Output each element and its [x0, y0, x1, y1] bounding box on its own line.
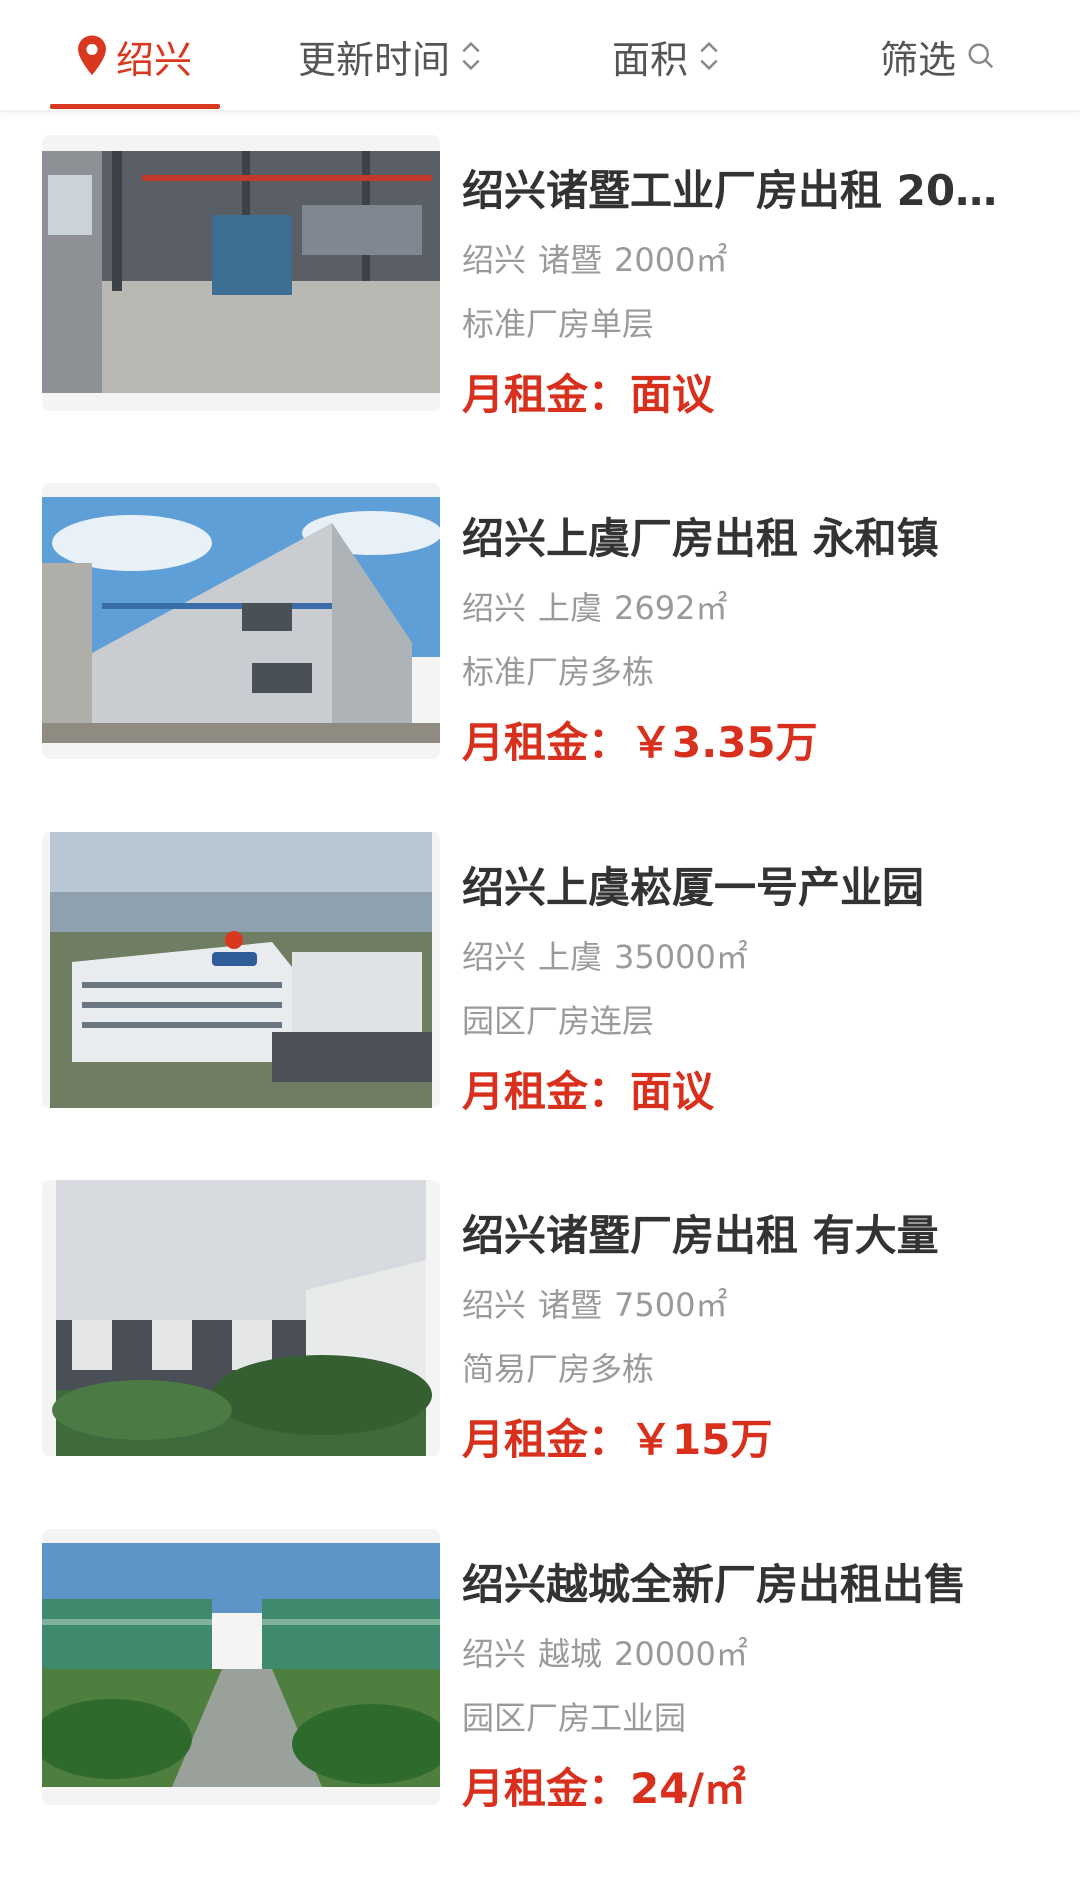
- filter-bar: 绍兴 更新时间 面积 筛选: [0, 0, 1080, 112]
- listing-location-area: 绍兴 上虞 35000㎡: [462, 932, 748, 978]
- price-label: 月租金：: [462, 718, 631, 767]
- location-tab[interactable]: 绍兴: [74, 26, 192, 86]
- listing-price: 月租金：面议: [462, 1058, 714, 1119]
- listing-district: 上虞: [538, 589, 603, 627]
- listing-price: 月租金：24/㎡: [462, 1755, 746, 1816]
- filter-tab[interactable]: 筛选: [880, 26, 996, 86]
- sort-time-label: 更新时间: [298, 37, 451, 82]
- listing-title: 绍兴诸暨工业厂房出租 2000平方米: [462, 166, 1022, 215]
- listing-area: 2692㎡: [614, 589, 728, 627]
- listing-card[interactable]: 绍兴上虞崧厦一号产业园 绍兴 上虞 35000㎡ 园区厂房连层 月租金：面议: [0, 832, 1080, 1132]
- listing-floor: 多栋: [590, 653, 655, 691]
- listing-card[interactable]: 绍兴越城全新厂房出租出售 绍兴 越城 20000㎡ 园区厂房工业园 月租金：24/㎡: [0, 1529, 1080, 1829]
- location-pin-icon: [78, 35, 106, 76]
- listing-photo[interactable]: [42, 135, 440, 411]
- listing-type: 园区厂房: [462, 1002, 591, 1040]
- listing-area: 35000㎡: [614, 938, 748, 976]
- listing-type: 简易厂房: [462, 1350, 591, 1388]
- price-value: ￥3.35万: [630, 718, 818, 767]
- listing-city: 绍兴: [462, 1286, 527, 1324]
- listing-photo[interactable]: [42, 1529, 440, 1805]
- listing-title: 绍兴越城全新厂房出租出售: [462, 1560, 967, 1609]
- price-value: 24/㎡: [630, 1764, 746, 1813]
- listing-tags: 标准厂房单层: [462, 299, 654, 345]
- filter-label: 筛选: [880, 37, 957, 82]
- listing-city: 绍兴: [462, 1635, 527, 1673]
- listing-area: 2000㎡: [614, 241, 728, 279]
- listing-title: 绍兴上虞厂房出租 永和镇: [462, 514, 939, 563]
- sort-updown-icon: [700, 41, 718, 71]
- listing-city: 绍兴: [462, 241, 527, 279]
- listing-location-area: 绍兴 越城 20000㎡: [462, 1629, 748, 1675]
- listing-tags: 标准厂房多栋: [462, 647, 654, 693]
- sort-area-label: 面积: [612, 37, 689, 82]
- listing-photo[interactable]: [42, 832, 440, 1108]
- listing-location-area: 绍兴 诸暨 7500㎡: [462, 1280, 727, 1326]
- price-value: ￥15万: [630, 1415, 773, 1464]
- price-label: 月租金：: [462, 1415, 631, 1464]
- listing-floor: 工业园: [590, 1699, 687, 1737]
- sort-by-time-tab[interactable]: 更新时间: [298, 26, 482, 86]
- listing-floor: 单层: [590, 305, 655, 343]
- listing-title: 绍兴诸暨厂房出租 有大量: [462, 1211, 939, 1260]
- listing-price: 月租金：面议: [462, 361, 714, 422]
- listing-photo[interactable]: [42, 483, 440, 759]
- listing-floor: 连层: [590, 1002, 655, 1040]
- listing-price: 月租金：￥15万: [462, 1406, 772, 1467]
- listing-district: 诸暨: [538, 1286, 603, 1324]
- price-label: 月租金：: [462, 1764, 631, 1813]
- listing-photo[interactable]: [42, 1180, 440, 1456]
- location-label: 绍兴: [116, 37, 193, 82]
- listing-district: 诸暨: [538, 241, 603, 279]
- listing-location-area: 绍兴 上虞 2692㎡: [462, 583, 727, 629]
- sort-by-area-tab[interactable]: 面积: [612, 26, 720, 86]
- listing-area: 20000㎡: [614, 1635, 748, 1673]
- listing-city: 绍兴: [462, 589, 527, 627]
- listing-district: 越城: [538, 1635, 603, 1673]
- listing-card[interactable]: 绍兴诸暨工业厂房出租 2000平方米 绍兴诸暨 2000㎡ 标准厂房单层 月租金：…: [0, 135, 1080, 435]
- listing-tags: 园区厂房连层: [462, 996, 654, 1042]
- listing-title: 绍兴上虞崧厦一号产业园: [462, 863, 925, 912]
- listing-area: 7500㎡: [614, 1286, 728, 1324]
- listing-card[interactable]: 绍兴诸暨厂房出租 有大量 绍兴 诸暨 7500㎡ 简易厂房多栋 月租金：￥15万: [0, 1180, 1080, 1480]
- price-value: 面议: [630, 1067, 715, 1116]
- listing-price: 月租金：￥3.35万: [462, 709, 818, 770]
- listing-location-area: 绍兴 诸暨 2000㎡: [462, 235, 727, 281]
- active-tab-indicator: [50, 104, 220, 109]
- listing-floor: 多栋: [590, 1350, 655, 1388]
- price-label: 月租金：: [462, 1067, 631, 1116]
- search-icon: [968, 43, 994, 69]
- listing-city: 绍兴: [462, 938, 527, 976]
- listing-district: 上虞: [538, 938, 603, 976]
- sort-updown-icon: [462, 41, 480, 71]
- listing-card[interactable]: 绍兴上虞厂房出租 永和镇 绍兴 上虞 2692㎡ 标准厂房多栋 月租金：￥3.35万: [0, 483, 1080, 783]
- price-value: 面议: [630, 370, 715, 419]
- listing-type: 标准厂房: [462, 653, 591, 691]
- listing-tags: 简易厂房多栋: [462, 1344, 654, 1390]
- listing-tags: 园区厂房工业园: [462, 1693, 686, 1739]
- listing-type: 标准厂房: [462, 305, 591, 343]
- listing-type: 园区厂房: [462, 1699, 591, 1737]
- price-label: 月租金：: [462, 370, 631, 419]
